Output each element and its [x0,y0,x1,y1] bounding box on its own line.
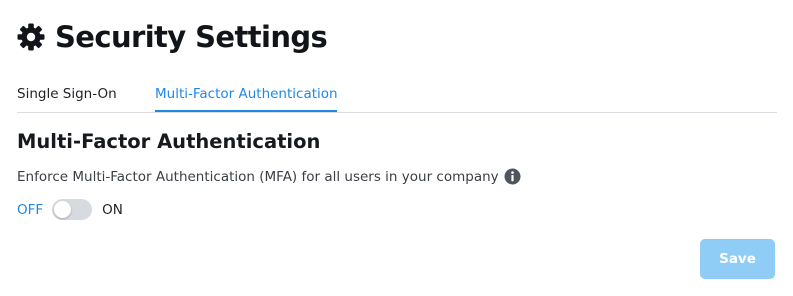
toggle-knob [54,201,72,218]
settings-tabs: Single Sign-On Multi-Factor Authenticati… [17,80,777,113]
toggle-on-label: ON [102,201,123,218]
security-settings-page: Security Settings Single Sign-On Multi-F… [0,0,793,296]
mfa-toggle-switch[interactable] [52,199,93,220]
info-icon[interactable] [504,168,521,185]
toggle-off-label: OFF [17,201,44,218]
tab-multi-factor-authentication[interactable]: Multi-Factor Authentication [155,86,338,102]
mfa-description-row: Enforce Multi-Factor Authentication (MFA… [17,168,521,185]
tab-single-sign-on[interactable]: Single Sign-On [17,86,117,102]
active-tab-indicator [155,110,337,112]
gear-icon [17,23,45,51]
page-header: Security Settings [17,20,328,54]
section-title: Multi-Factor Authentication [17,130,321,153]
page-title: Security Settings [55,20,328,54]
mfa-description: Enforce Multi-Factor Authentication (MFA… [17,168,499,185]
mfa-toggle-row: OFF ON [17,199,123,220]
save-button[interactable]: Save [700,239,775,279]
